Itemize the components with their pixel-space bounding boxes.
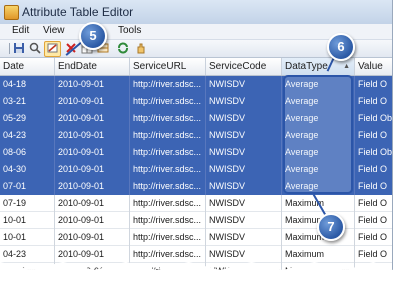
column-header-servicecode[interactable]: ServiceCode: [206, 58, 282, 75]
column-header-datatype-label: DataType: [285, 61, 328, 72]
cell-end[interactable]: 2010-09-01: [55, 195, 130, 212]
cell-value[interactable]: Field O: [355, 212, 392, 229]
cell-code[interactable]: NWISDV: [206, 195, 282, 212]
cell-type[interactable]: Maximum: [282, 263, 355, 270]
cell-code[interactable]: NWISDV: [206, 178, 282, 195]
cell-url[interactable]: http://river.sdsc...: [130, 93, 206, 110]
column-header-enddate[interactable]: EndDate: [55, 58, 130, 75]
table-row[interactable]: 10-012010-09-01http://river.sdsc...NWISD…: [0, 263, 392, 270]
cell-date[interactable]: 04-23: [0, 127, 55, 144]
callout-5: 5: [79, 22, 107, 50]
cell-url[interactable]: http://river.sdsc...: [130, 263, 206, 270]
cell-url[interactable]: http://river.sdsc...: [130, 195, 206, 212]
menu-view[interactable]: View: [43, 25, 65, 36]
cell-end[interactable]: 2010-09-01: [55, 93, 130, 110]
menu-tools[interactable]: Tools: [118, 25, 141, 36]
cell-end[interactable]: 2010-09-01: [55, 76, 130, 93]
cell-value[interactable]: Field O: [355, 161, 392, 178]
column-header-date[interactable]: Date: [0, 58, 55, 75]
cell-url[interactable]: http://river.sdsc...: [130, 212, 206, 229]
cell-end[interactable]: 2010-09-01: [55, 246, 130, 263]
cell-end[interactable]: 2010-09-01: [55, 229, 130, 246]
cell-value[interactable]: Field O: [355, 195, 392, 212]
cell-url[interactable]: http://river.sdsc...: [130, 144, 206, 161]
cell-url[interactable]: http://river.sdsc...: [130, 110, 206, 127]
cell-end[interactable]: 2010-09-01: [55, 161, 130, 178]
cell-date[interactable]: 04-30: [0, 161, 55, 178]
cell-end[interactable]: 2010-09-01: [55, 263, 130, 270]
cell-date[interactable]: 08-06: [0, 144, 55, 161]
cell-url[interactable]: http://river.sdsc...: [130, 127, 206, 144]
cell-date[interactable]: 05-29: [0, 110, 55, 127]
toolbar-grip: [9, 43, 10, 54]
cell-url[interactable]: http://river.sdsc...: [130, 246, 206, 263]
cell-code[interactable]: NWISDV: [206, 212, 282, 229]
cell-date[interactable]: 10-01: [0, 212, 55, 229]
cell-url[interactable]: http://river.sdsc...: [130, 161, 206, 178]
cell-value[interactable]: Field O: [355, 263, 392, 270]
cell-value[interactable]: Field O: [355, 76, 392, 93]
cell-url[interactable]: http://river.sdsc...: [130, 229, 206, 246]
callout-6: 6: [327, 33, 355, 61]
cell-end[interactable]: 2010-09-01: [55, 212, 130, 229]
cell-date[interactable]: 10-01: [0, 229, 55, 246]
app-icon: [4, 5, 19, 20]
cell-value[interactable]: Field O: [355, 93, 392, 110]
cell-code[interactable]: NWISDV: [206, 144, 282, 161]
cell-date[interactable]: 04-18: [0, 76, 55, 93]
column-header-serviceurl[interactable]: ServiceURL: [130, 58, 206, 75]
cell-end[interactable]: 2010-09-01: [55, 178, 130, 195]
cell-date[interactable]: 07-01: [0, 178, 55, 195]
cell-url[interactable]: http://river.sdsc...: [130, 178, 206, 195]
table-row[interactable]: 04-23 2010-09-01 http://river.sdsc... NWISD…: [0, 246, 392, 263]
cell-code[interactable]: NWISDV: [206, 93, 282, 110]
hand-icon[interactable]: [135, 42, 147, 54]
cell-url[interactable]: http://river.sdsc...: [130, 76, 206, 93]
callout-7: 7: [317, 213, 345, 241]
cell-code[interactable]: NWISDV: [206, 110, 282, 127]
cell-code[interactable]: NWISDV: [206, 263, 282, 270]
cell-date[interactable]: 03-21: [0, 93, 55, 110]
window-title: Attribute Table Editor: [22, 5, 134, 19]
cell-code[interactable]: NWISDV: [206, 229, 282, 246]
cell-value[interactable]: Field O: [355, 246, 392, 263]
title-bar: Attribute Table Editor: [0, 0, 392, 25]
column-header-value[interactable]: Value: [355, 58, 392, 75]
cell-value[interactable]: Field Ob: [355, 144, 392, 161]
cell-date[interactable]: 10-01: [0, 263, 55, 270]
cell-date[interactable]: 07-19: [0, 195, 55, 212]
cell-value[interactable]: Field Ob: [355, 110, 392, 127]
refresh-icon[interactable]: [117, 42, 129, 54]
table-row[interactable]: 07-19 2010-09-01 http://river.sdsc... NWISD…: [0, 195, 392, 212]
save-icon[interactable]: [13, 42, 25, 54]
table-header: Date EndDate ServiceURL ServiceCode Data…: [0, 58, 392, 76]
cell-value[interactable]: Field O: [355, 178, 392, 195]
cell-end[interactable]: 2010-09-01: [55, 110, 130, 127]
cell-date[interactable]: 04-23: [0, 246, 55, 263]
cell-code[interactable]: NWISDV: [206, 76, 282, 93]
cell-end[interactable]: 2010-09-01: [55, 144, 130, 161]
cell-code[interactable]: NWISDV: [206, 127, 282, 144]
cell-code[interactable]: NWISDV: [206, 246, 282, 263]
cell-end[interactable]: 2010-09-01: [55, 127, 130, 144]
datatype-highlight-box: [283, 75, 353, 194]
cell-code[interactable]: NWISDV: [206, 161, 282, 178]
cell-type[interactable]: Maximum: [282, 246, 355, 263]
cell-value[interactable]: Field O: [355, 229, 392, 246]
cell-value[interactable]: Field O: [355, 127, 392, 144]
menu-edit[interactable]: Edit: [12, 25, 29, 36]
search-icon[interactable]: [29, 42, 41, 54]
edit-icon[interactable]: [44, 41, 61, 57]
